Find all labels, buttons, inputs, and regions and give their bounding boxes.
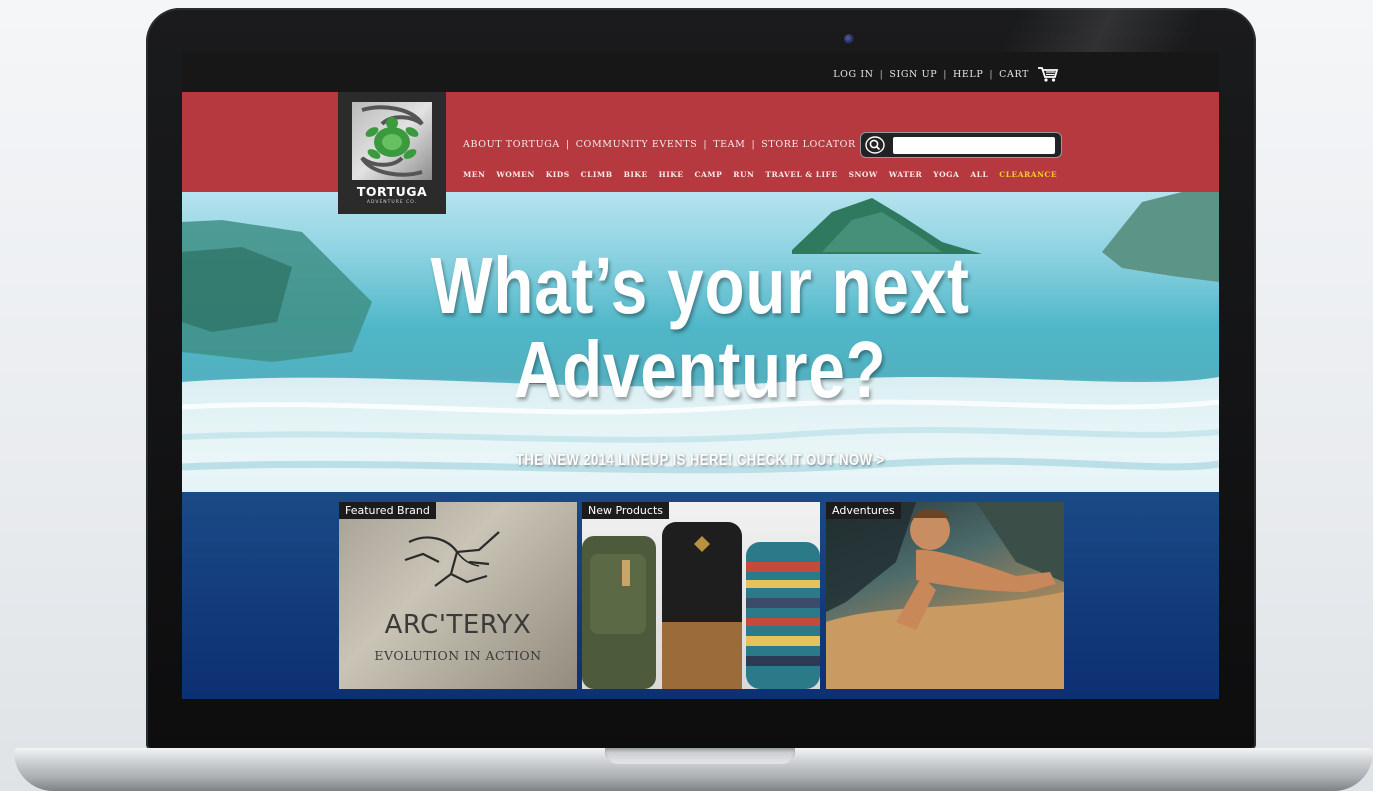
separator: | xyxy=(703,139,708,150)
logo-name: TORTUGA xyxy=(356,184,428,199)
cat-water[interactable]: WATER xyxy=(889,170,922,179)
search-icon[interactable] xyxy=(865,136,885,154)
logo-tile xyxy=(352,102,432,180)
hero-title-line-2: Adventure? xyxy=(513,325,887,414)
adventures-tile[interactable]: Adventures xyxy=(826,502,1064,689)
tile-label: New Products xyxy=(582,502,669,519)
cat-clearance[interactable]: CLEARANCE xyxy=(999,170,1057,179)
cat-hike[interactable]: HIKE xyxy=(659,170,684,179)
help-link[interactable]: HELP xyxy=(953,69,983,80)
nav-about[interactable]: ABOUT TORTUGA xyxy=(463,139,560,150)
hero-title-line-1: What’s your next xyxy=(430,241,970,330)
laptop-notch xyxy=(605,748,795,764)
separator: | xyxy=(943,68,947,80)
search-input[interactable] xyxy=(893,137,1055,154)
cat-kids[interactable]: KIDS xyxy=(546,170,570,179)
featured-brand-tile[interactable]: Featured Brand ARC'TERYX EVOLUTION IN AC… xyxy=(339,502,577,689)
hero-banner[interactable]: What’s your next Adventure? THE NEW 2014… xyxy=(182,192,1219,492)
nav-community-events[interactable]: COMMUNITY EVENTS xyxy=(576,139,698,150)
cat-men[interactable]: MEN xyxy=(463,170,485,179)
signup-link[interactable]: SIGN UP xyxy=(889,69,937,80)
browser-viewport: LOG IN | SIGN UP | HELP | CART TORTUGA A… xyxy=(182,52,1219,699)
nav-team[interactable]: TEAM xyxy=(713,139,745,150)
utility-links: LOG IN | SIGN UP | HELP | CART xyxy=(833,66,1059,82)
cat-women[interactable]: WOMEN xyxy=(496,170,534,179)
search-bar xyxy=(860,132,1062,158)
cat-bike[interactable]: BIKE xyxy=(624,170,648,179)
utility-bar: LOG IN | SIGN UP | HELP | CART xyxy=(182,52,1219,92)
climber-image xyxy=(826,502,1064,689)
cat-all[interactable]: ALL xyxy=(970,170,988,179)
cat-run[interactable]: RUN xyxy=(733,170,754,179)
new-products-tile[interactable]: New Products xyxy=(582,502,820,689)
separator: | xyxy=(879,68,884,80)
hero-title: What’s your next Adventure? xyxy=(275,244,1125,412)
secondary-nav: ABOUT TORTUGA | COMMUNITY EVENTS | TEAM … xyxy=(463,139,856,150)
logo-subtitle: ADVENTURE CO. xyxy=(366,200,418,205)
logo[interactable]: TORTUGA ADVENTURE CO. xyxy=(338,92,446,214)
cat-snow[interactable]: SNOW xyxy=(849,170,878,179)
cat-yoga[interactable]: YOGA xyxy=(933,170,959,179)
cat-travel-life[interactable]: TRAVEL & LIFE xyxy=(765,170,837,179)
category-nav: MEN WOMEN KIDS CLIMB BIKE HIKE CAMP RUN … xyxy=(463,170,1057,179)
webcam xyxy=(844,34,854,44)
brand-name: ARC'TERYX xyxy=(384,610,532,640)
separator: | xyxy=(565,139,570,150)
login-link[interactable]: LOG IN xyxy=(833,69,873,80)
cart-link[interactable]: CART xyxy=(999,69,1029,80)
separator: | xyxy=(989,68,994,80)
backpacks-image xyxy=(582,522,820,689)
promo-tiles: Featured Brand ARC'TERYX EVOLUTION IN AC… xyxy=(182,492,1219,699)
hero-cta-link[interactable]: THE NEW 2014 LINEUP IS HERE! CHECK IT OU… xyxy=(275,452,1125,470)
shopping-cart-icon[interactable] xyxy=(1037,66,1059,82)
separator: | xyxy=(751,139,756,150)
brand-tagline: EVOLUTION IN ACTION xyxy=(374,648,542,663)
nav-store-locator[interactable]: STORE LOCATOR xyxy=(761,139,856,150)
turtle-logo-icon xyxy=(360,105,424,177)
tile-label: Adventures xyxy=(826,502,901,519)
tile-label: Featured Brand xyxy=(339,502,436,519)
cat-camp[interactable]: CAMP xyxy=(695,170,723,179)
cat-climb[interactable]: CLIMB xyxy=(581,170,613,179)
